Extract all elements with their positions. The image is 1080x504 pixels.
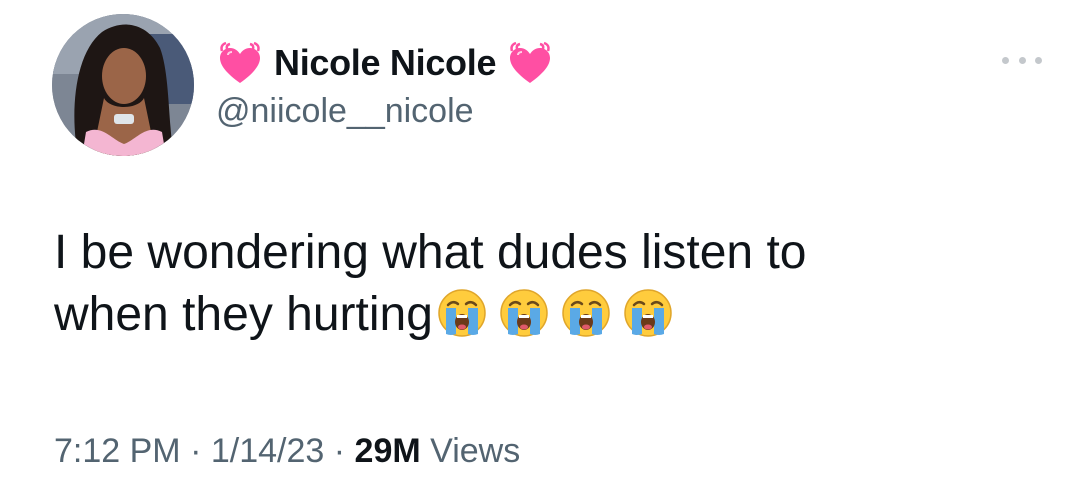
- avatar-image: [52, 14, 194, 156]
- display-name[interactable]: Nicole Nicole: [274, 42, 496, 84]
- author-handle[interactable]: @niicole__nicole: [216, 92, 474, 131]
- more-dot: [1002, 56, 1009, 64]
- tweet-text: I be wondering what dudes listen to when…: [54, 222, 1044, 346]
- beating-pink-heart-icon: [220, 41, 260, 83]
- tweet-card: Nicole Nicole @niicole__nicole I be wond…: [0, 0, 1080, 504]
- tweet-text-line: when they hurting: [54, 288, 433, 341]
- tweet-date[interactable]: 1/14/23: [211, 432, 324, 470]
- views-count: 29M: [354, 432, 421, 470]
- tweet-time[interactable]: 7:12 PM: [54, 432, 181, 470]
- meta-separator: ·: [190, 432, 202, 470]
- loudly-crying-face-icon: [500, 289, 548, 337]
- more-horizontal-icon[interactable]: [1002, 50, 1042, 70]
- meta-separator: ·: [333, 432, 346, 470]
- author-name-row: Nicole Nicole: [216, 38, 554, 88]
- loudly-crying-face-icon: [624, 289, 672, 337]
- emoji-row: [437, 288, 673, 338]
- loudly-crying-face-icon: [438, 289, 486, 337]
- beating-pink-heart-icon: [510, 41, 551, 83]
- tweet-text-line: I be wondering what dudes listen to: [54, 226, 807, 279]
- tweet-text-line-2: when they hurting: [54, 284, 1044, 346]
- more-dot: [1035, 56, 1042, 64]
- loudly-crying-face-icon: [562, 289, 610, 337]
- avatar[interactable]: [52, 14, 194, 156]
- tweet-meta: 7:12 PM · 1/14/23 · 29M Views: [54, 432, 520, 471]
- more-dot: [1018, 56, 1026, 64]
- views-label: Views: [430, 432, 521, 470]
